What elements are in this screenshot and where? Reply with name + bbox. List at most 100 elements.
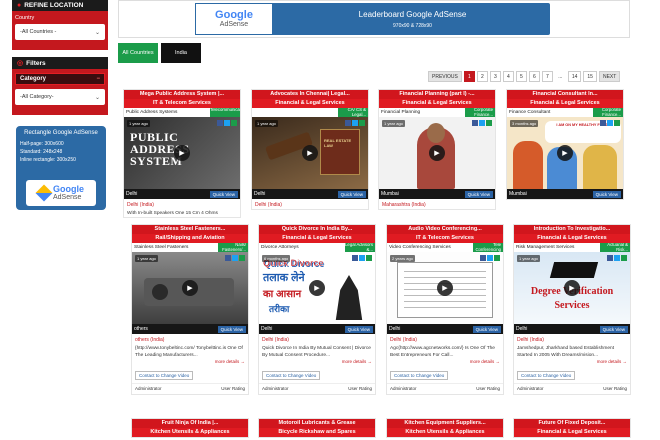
- contact-change-video-button[interactable]: Contact to Change Video: [262, 371, 321, 380]
- email-icon[interactable]: [621, 255, 627, 261]
- video-card[interactable]: Audio Video Conferencing... IT & Telecom…: [386, 224, 504, 395]
- facebook-icon[interactable]: [600, 120, 606, 126]
- twitter-icon[interactable]: [614, 255, 620, 261]
- pagination-page[interactable]: 1: [463, 71, 475, 82]
- pagination-page[interactable]: 6: [528, 71, 540, 82]
- video-card[interactable]: Stainless Steel Fasteners... Rail/Shippi…: [131, 224, 249, 395]
- video-card[interactable]: Motoroil Lubricants & Grease Bicycle Ric…: [258, 418, 376, 438]
- country-select[interactable]: -All Countries - ⌄: [15, 24, 105, 40]
- card-title[interactable]: Quick Divorce In India By...: [259, 225, 375, 234]
- card-thumbnail[interactable]: 1 year ago ▶: [132, 252, 248, 324]
- video-card[interactable]: Introduction To Investigatio... Financia…: [513, 224, 631, 395]
- card-subcategory-right[interactable]: Telecommunication: [210, 108, 240, 117]
- email-icon[interactable]: [231, 120, 237, 126]
- card-category[interactable]: Kitchen Utensils & Appliances: [132, 428, 248, 437]
- card-thumbnail[interactable]: PUBLIC ADDRESS SYSTEM 1 year ago ▶: [124, 117, 240, 189]
- facebook-icon[interactable]: [345, 120, 351, 126]
- rectangle-ad[interactable]: Rectangle Google AdSense Half-page: 300x…: [16, 126, 106, 210]
- card-subcategory-left[interactable]: Financial Planning: [379, 108, 465, 117]
- card-subcategory-right[interactable]: Nails/ Fasteners/...: [218, 243, 248, 252]
- card-subcategory-left[interactable]: Stainless Steel Fasteners: [132, 243, 218, 252]
- video-card[interactable]: Mega Public Address System |... IT & Tel…: [123, 89, 241, 218]
- quick-view-button[interactable]: Quick View: [592, 190, 621, 198]
- email-icon[interactable]: [366, 255, 372, 261]
- video-card[interactable]: Kitchen Equipment Suppliers... Kitchen U…: [386, 418, 504, 438]
- email-icon[interactable]: [494, 255, 500, 261]
- video-card[interactable]: Future Of Fixed Deposit... Financial & L…: [513, 418, 631, 438]
- card-subcategory-right[interactable]: CA/ CS & Legal...: [338, 108, 368, 117]
- card-thumbnail[interactable]: Degree Verification Services 1 year ago …: [514, 252, 630, 324]
- play-icon[interactable]: ▶: [309, 280, 325, 296]
- card-title[interactable]: Introduction To Investigatio...: [514, 225, 630, 234]
- card-title[interactable]: Financial Consultant In...: [507, 90, 623, 99]
- category-select[interactable]: -All Category- ⌄: [15, 89, 105, 105]
- video-card[interactable]: Quick Divorce In India By... Financial &…: [258, 224, 376, 395]
- more-details-link[interactable]: more details →: [259, 359, 375, 364]
- more-details-link[interactable]: more details →: [514, 359, 630, 364]
- card-subcategory-right[interactable]: Legal Advisors &...: [345, 243, 375, 252]
- card-category[interactable]: Financial & Legal Services: [379, 99, 495, 108]
- pagination-previous[interactable]: PREVIOUS: [428, 71, 462, 82]
- pagination-page[interactable]: 7: [541, 71, 553, 82]
- quick-view-button[interactable]: Quick View: [337, 190, 366, 198]
- filter-chip-all-countries[interactable]: All Countries: [118, 43, 158, 63]
- email-icon[interactable]: [486, 120, 492, 126]
- card-thumbnail[interactable]: REAL ESTATE LAW 1 year ago ▶: [252, 117, 368, 189]
- quick-view-button[interactable]: Quick View: [217, 325, 246, 333]
- card-thumbnail[interactable]: Quick Divorce तलाक लेने का आसान तरीका 6 …: [259, 252, 375, 324]
- card-title[interactable]: Advocates In Chennai| Legal...: [252, 90, 368, 99]
- facebook-icon[interactable]: [225, 255, 231, 261]
- card-subcategory-right[interactable]: Tele Conferencing: [473, 243, 503, 252]
- video-card[interactable]: Advocates In Chennai| Legal... Financial…: [251, 89, 369, 210]
- quick-view-button[interactable]: Quick View: [344, 325, 373, 333]
- contact-change-video-button[interactable]: Contact to Change Video: [390, 371, 449, 380]
- card-title[interactable]: Audio Video Conferencing...: [387, 225, 503, 234]
- card-title[interactable]: Motoroil Lubricants & Grease: [259, 419, 375, 428]
- twitter-icon[interactable]: [352, 120, 358, 126]
- contact-change-video-button[interactable]: Contact to Change Video: [517, 371, 576, 380]
- card-title[interactable]: Fruit Ninja Of India |...: [132, 419, 248, 428]
- card-category[interactable]: Bicycle Rickshaw and Spares: [259, 428, 375, 437]
- card-thumbnail[interactable]: I AM ON MY HEALTHY FOOD! 3 months ago ▶: [507, 117, 623, 189]
- pagination-page[interactable]: 4: [502, 71, 514, 82]
- card-category[interactable]: Financial & Legal Services: [252, 99, 368, 108]
- email-icon[interactable]: [239, 255, 245, 261]
- card-subcategory-right[interactable]: Actuarial & Risk...: [600, 243, 630, 252]
- card-thumbnail[interactable]: 2 years ago ▶: [387, 252, 503, 324]
- filter-chip-india[interactable]: India: [161, 43, 201, 63]
- card-category[interactable]: Financial & Legal Services: [514, 234, 630, 243]
- facebook-icon[interactable]: [217, 120, 223, 126]
- twitter-icon[interactable]: [359, 255, 365, 261]
- quick-view-button[interactable]: Quick View: [599, 325, 628, 333]
- quick-view-button[interactable]: Quick View: [464, 190, 493, 198]
- card-category[interactable]: Rail/Shipping and Aviation: [132, 234, 248, 243]
- play-icon[interactable]: ▶: [437, 280, 453, 296]
- pagination-page[interactable]: 14: [567, 71, 582, 82]
- twitter-icon[interactable]: [487, 255, 493, 261]
- contact-change-video-button[interactable]: Contact to Change Video: [135, 371, 194, 380]
- card-subcategory-left[interactable]: Finance Consultant: [507, 108, 593, 117]
- facebook-icon[interactable]: [472, 120, 478, 126]
- card-subcategory-left[interactable]: Divorce Attorneys: [259, 243, 345, 252]
- card-category[interactable]: IT & Telecom Services: [124, 99, 240, 108]
- card-title[interactable]: Future Of Fixed Deposit...: [514, 419, 630, 428]
- card-category[interactable]: Financial & Legal Services: [514, 428, 630, 437]
- video-card[interactable]: Fruit Ninja Of India |... Kitchen Utensi…: [131, 418, 249, 438]
- pagination-page[interactable]: 15: [583, 71, 597, 82]
- facebook-icon[interactable]: [352, 255, 358, 261]
- twitter-icon[interactable]: [607, 120, 613, 126]
- video-card[interactable]: Financial Consultant In... Financial & L…: [506, 89, 624, 200]
- video-card[interactable]: Financial Planning (part I) -... Financi…: [378, 89, 496, 210]
- card-subcategory-left[interactable]: Risk Management Services: [514, 243, 600, 252]
- play-icon[interactable]: ▶: [564, 280, 580, 296]
- card-title[interactable]: Stainless Steel Fasteners...: [132, 225, 248, 234]
- card-thumbnail[interactable]: 1 year ago ▶: [379, 117, 495, 189]
- card-title[interactable]: Mega Public Address System |...: [124, 90, 240, 99]
- filters-header[interactable]: ◎ Filters: [12, 57, 108, 69]
- card-category[interactable]: Financial & Legal Services: [259, 234, 375, 243]
- email-icon[interactable]: [359, 120, 365, 126]
- pagination-page[interactable]: 3: [489, 71, 501, 82]
- card-category[interactable]: IT & Telecom Services: [387, 234, 503, 243]
- quick-view-button[interactable]: Quick View: [472, 325, 501, 333]
- email-icon[interactable]: [614, 120, 620, 126]
